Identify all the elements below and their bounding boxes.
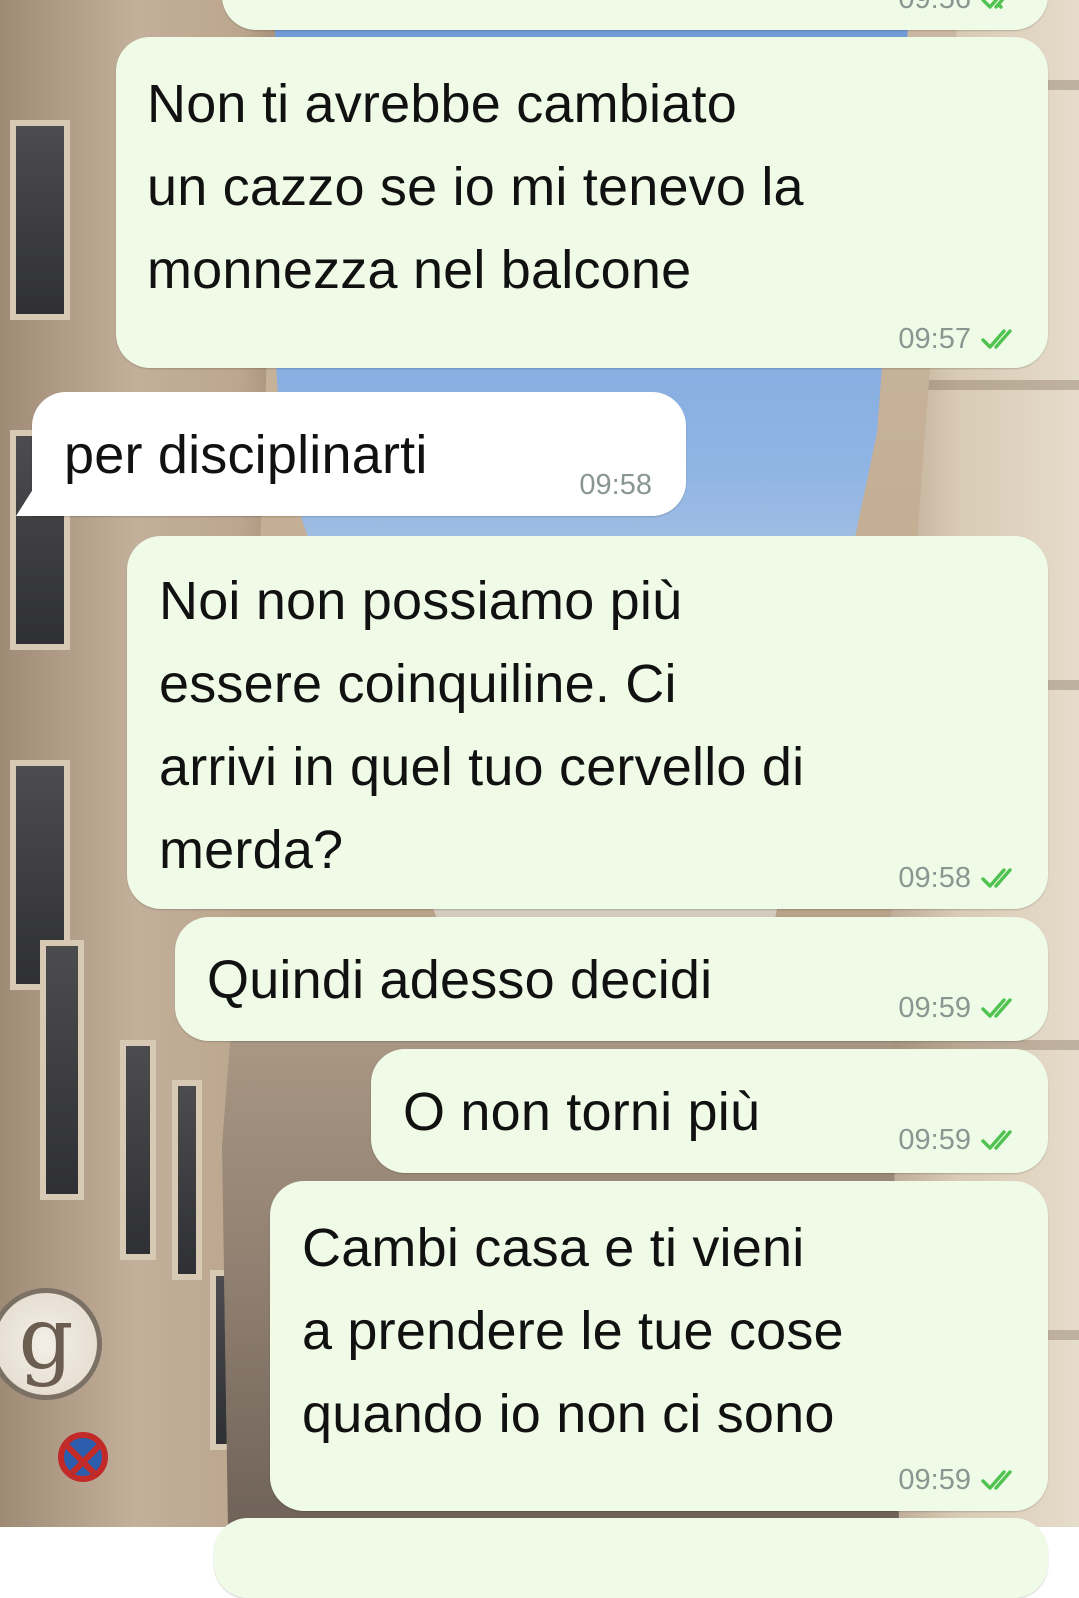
double-check-icon (981, 1130, 1012, 1150)
message-bubble-outgoing[interactable]: Cambi casa e ti vieni a prendere le tue … (270, 1181, 1048, 1511)
bubble-tail (16, 490, 46, 516)
double-check-icon (981, 1470, 1012, 1490)
double-check-icon (981, 998, 1012, 1018)
message-time: 09:58 (898, 862, 971, 894)
message-text: Noi non possiamo più essere coinquiline.… (159, 571, 805, 880)
message-bubble-outgoing[interactable]: Non ti avrebbe cambiato un cazzo se io m… (116, 37, 1048, 368)
message-time: 09:59 (898, 992, 971, 1024)
message-bubble-outgoing[interactable]: Noi non possiamo più essere coinquiline.… (127, 536, 1048, 909)
message-time: 09:59 (898, 1464, 971, 1496)
message-bubble-outgoing[interactable]: Quindi adesso decidi 09:59 (175, 917, 1048, 1041)
double-check-icon (981, 868, 1012, 888)
message-meta: 09:59 (898, 1463, 1026, 1497)
chat-messages[interactable]: 09:56 Non ti avrebbe cambiato un cazzo s… (0, 0, 1079, 1598)
message-time: 09:56 (898, 0, 971, 16)
message-meta: 09:57 (898, 322, 1026, 356)
double-check-icon (981, 0, 1005, 9)
message-meta: 09:58 (898, 861, 1026, 895)
message-text: Cambi casa e ti vieni a prendere le tue … (302, 1218, 844, 1444)
message-bubble-outgoing-partial[interactable]: 09:56 (222, 0, 1048, 30)
message-time: 09:58 (579, 469, 652, 501)
double-check-icon (981, 329, 1012, 349)
message-meta: 09:59 (898, 1123, 1026, 1157)
message-time: 09:57 (898, 323, 971, 355)
message-meta: 09:59 (898, 991, 1026, 1025)
message-time: 09:59 (898, 1124, 971, 1156)
message-meta: 09:56 (898, 0, 1026, 16)
message-meta: 09:58 (579, 468, 652, 502)
message-bubble-outgoing-partial[interactable] (214, 1518, 1048, 1598)
message-bubble-outgoing[interactable]: O non torni più 09:59 (371, 1049, 1048, 1173)
message-text: Non ti avrebbe cambiato un cazzo se io m… (147, 74, 804, 300)
message-bubble-incoming[interactable]: per disciplinarti 09:58 (16, 392, 686, 516)
